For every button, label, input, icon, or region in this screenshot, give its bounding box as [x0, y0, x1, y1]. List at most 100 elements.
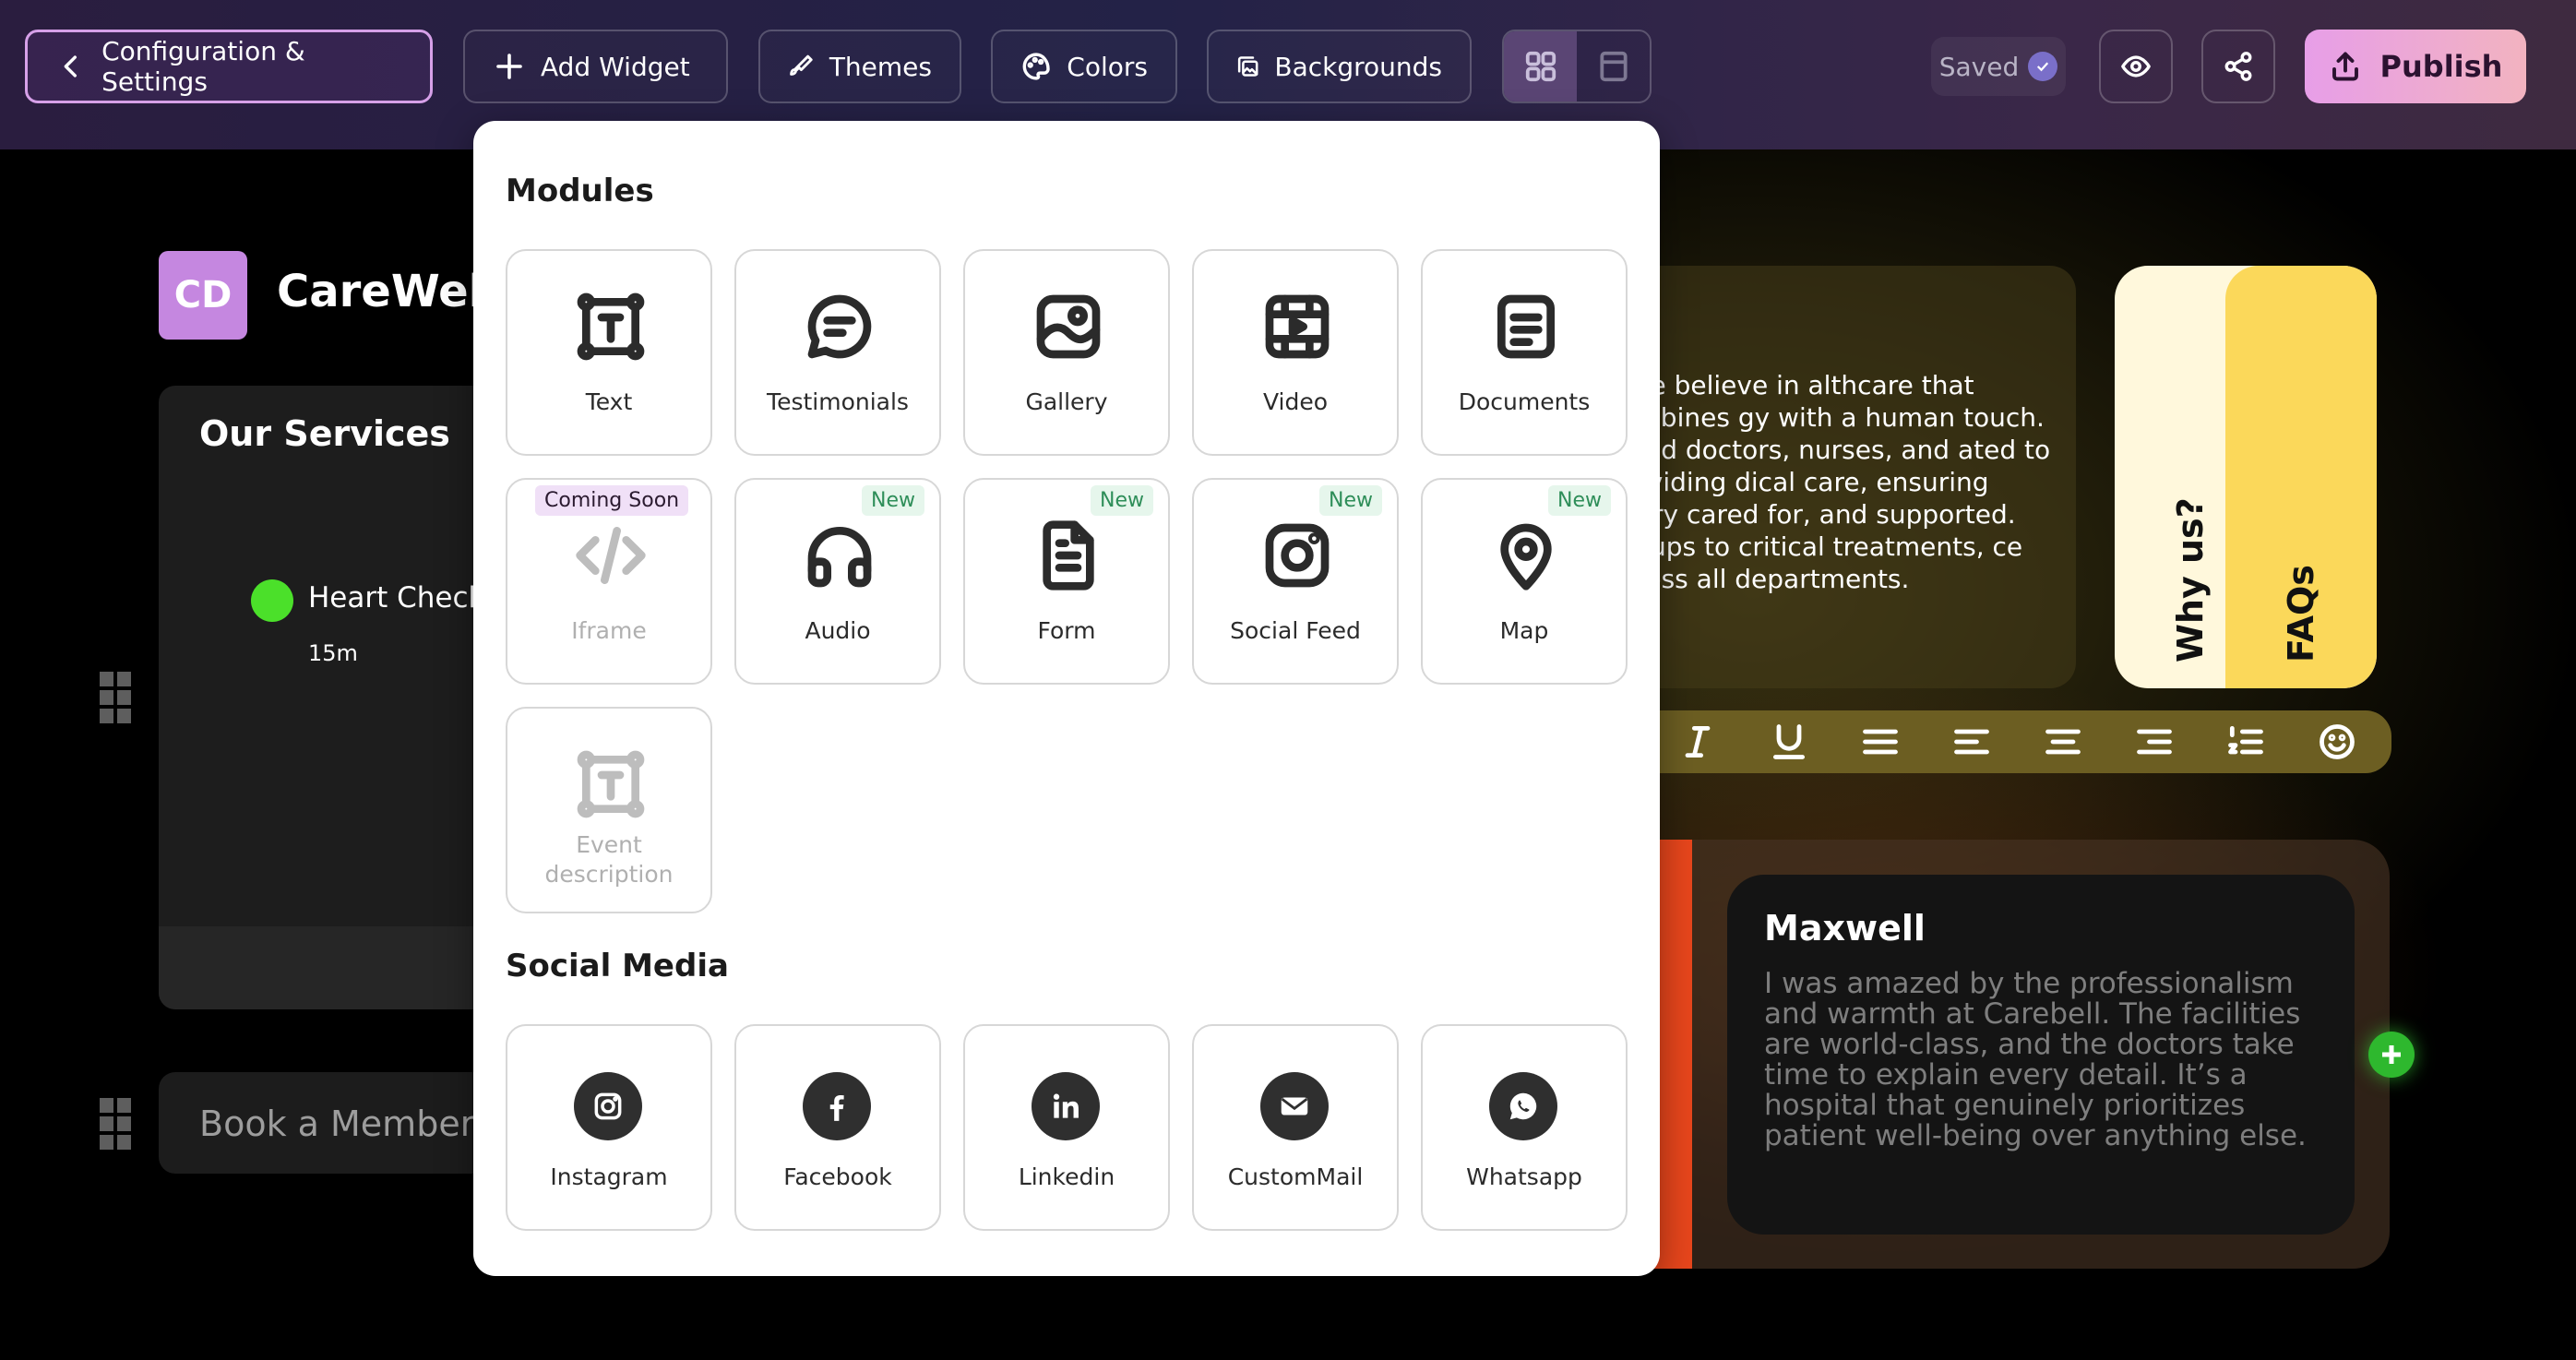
instagram-icon	[574, 1072, 642, 1140]
services-widget[interactable]: Our Services Heart Check 15m	[159, 386, 528, 1009]
backgrounds-button[interactable]: Backgrounds	[1207, 30, 1472, 103]
module-audio[interactable]: New Audio	[734, 478, 941, 685]
logo-initials: CD	[173, 274, 233, 316]
drag-handle-icon[interactable]	[100, 1098, 131, 1150]
service-item-duration: 15m	[308, 640, 358, 666]
mail-icon	[1260, 1072, 1329, 1140]
social-linkedin[interactable]: Linkedin	[963, 1024, 1170, 1231]
whatsapp-icon	[1489, 1072, 1557, 1140]
image-icon	[1036, 294, 1101, 359]
publish-label: Publish	[2379, 49, 2503, 84]
book-member-label: Book a Member	[199, 1104, 475, 1144]
plus-icon	[496, 54, 522, 79]
themes-button[interactable]: Themes	[758, 30, 961, 103]
text-box-icon	[577, 292, 645, 361]
module-documents[interactable]: Documents	[1421, 249, 1628, 456]
module-form[interactable]: New Form	[963, 478, 1170, 685]
module-label: Iframe	[571, 617, 647, 644]
about-text: l, we believe in althcare that combines …	[1605, 370, 2051, 594]
social-label: Instagram	[550, 1163, 668, 1190]
testimonial-name: Maxwell	[1764, 908, 1926, 948]
document-icon	[1497, 294, 1555, 359]
module-testimonials[interactable]: Testimonials	[734, 249, 941, 456]
testimonial-card: Maxwell I was amazed by the professional…	[1727, 875, 2355, 1235]
saved-status: Saved	[1931, 37, 2066, 96]
linkedin-icon	[1032, 1072, 1100, 1140]
paint-brush-icon	[790, 54, 813, 76]
underline-button[interactable]	[1763, 716, 1815, 768]
align-left-button[interactable]	[1946, 716, 1998, 768]
site-logo: CD	[159, 251, 247, 340]
italic-button[interactable]	[1672, 716, 1723, 768]
rows-icon	[1599, 51, 1628, 82]
code-icon	[576, 527, 646, 584]
testimonial-text: I was amazed by the professionalism and …	[1764, 967, 2307, 1152]
module-label: Gallery	[1025, 388, 1108, 415]
social-custommail[interactable]: CustomMail	[1192, 1024, 1399, 1231]
module-label: Map	[1499, 617, 1549, 644]
configuration-settings-button[interactable]: Configuration & Settings	[25, 30, 433, 103]
emoji-icon	[2319, 724, 2355, 759]
tab-why-us[interactable]: Why us?	[2170, 497, 2211, 662]
list-view-toggle[interactable]	[1577, 31, 1650, 101]
add-item-button[interactable]	[2368, 1032, 2415, 1078]
module-social-feed[interactable]: New Social Feed	[1192, 478, 1399, 685]
layers-image-icon	[1237, 56, 1258, 77]
grid-view-toggle[interactable]	[1504, 31, 1577, 101]
publish-button[interactable]: Publish	[2305, 30, 2526, 103]
social-media-heading: Social Media	[506, 948, 729, 984]
palette-icon	[1022, 53, 1050, 80]
preview-button[interactable]	[2099, 30, 2173, 103]
emoji-button[interactable]	[2311, 716, 2363, 768]
align-right-button[interactable]	[2129, 716, 2180, 768]
align-justify-icon	[1862, 729, 1898, 755]
plus-icon	[2382, 1045, 2401, 1064]
align-right-icon	[2136, 729, 2172, 755]
module-label: Testimonials	[767, 388, 909, 415]
social-label: Linkedin	[1018, 1163, 1115, 1190]
new-badge: New	[862, 485, 924, 516]
module-label: Video	[1262, 388, 1329, 415]
module-label: Event description	[544, 831, 674, 888]
drag-handle-icon[interactable]	[100, 672, 131, 723]
tab-faqs[interactable]: FAQs	[2281, 565, 2321, 662]
colors-button[interactable]: Colors	[991, 30, 1177, 103]
backgrounds-label: Backgrounds	[1274, 51, 1442, 82]
justify-button[interactable]	[1854, 716, 1906, 768]
video-icon	[1265, 294, 1330, 359]
social-facebook[interactable]: Facebook	[734, 1024, 941, 1231]
social-instagram[interactable]: Instagram	[506, 1024, 712, 1231]
map-pin-icon	[1500, 523, 1552, 591]
chevron-left-icon	[64, 55, 78, 78]
saved-label: Saved	[1938, 51, 2020, 82]
new-badge: New	[1319, 485, 1382, 516]
configuration-settings-label: Configuration & Settings	[101, 36, 305, 97]
themes-label: Themes	[829, 51, 932, 82]
layout-view-toggle	[1502, 30, 1652, 103]
new-badge: New	[1091, 485, 1153, 516]
chat-bubble-icon	[807, 294, 872, 359]
module-video[interactable]: Video	[1192, 249, 1399, 456]
module-text[interactable]: Text	[506, 249, 712, 456]
social-whatsapp[interactable]: Whatsapp	[1421, 1024, 1628, 1231]
italic-icon	[1685, 725, 1710, 758]
status-dot	[251, 579, 293, 622]
module-event-description: Event description	[506, 707, 712, 913]
share-button[interactable]	[2201, 30, 2275, 103]
instagram-outline-icon	[1265, 523, 1330, 588]
numbered-list-button[interactable]	[2220, 716, 2272, 768]
vertical-tabs-widget: Why us? FAQs	[2115, 266, 2377, 688]
text-box-icon	[577, 750, 645, 818]
add-widget-label: Add Widget	[541, 51, 690, 82]
module-map[interactable]: New Map	[1421, 478, 1628, 685]
eye-icon	[2121, 55, 2151, 78]
module-label: Social Feed	[1230, 617, 1361, 644]
add-widget-panel: Modules Text Testimonials Gallery Video …	[473, 121, 1660, 1276]
add-widget-button[interactable]: Add Widget	[463, 30, 728, 103]
book-member-widget[interactable]: Book a Member	[159, 1072, 528, 1174]
align-center-button[interactable]	[2037, 716, 2089, 768]
headphones-icon	[807, 527, 872, 588]
colors-label: Colors	[1067, 51, 1148, 82]
upload-icon	[2332, 52, 2358, 81]
module-gallery[interactable]: Gallery	[963, 249, 1170, 456]
